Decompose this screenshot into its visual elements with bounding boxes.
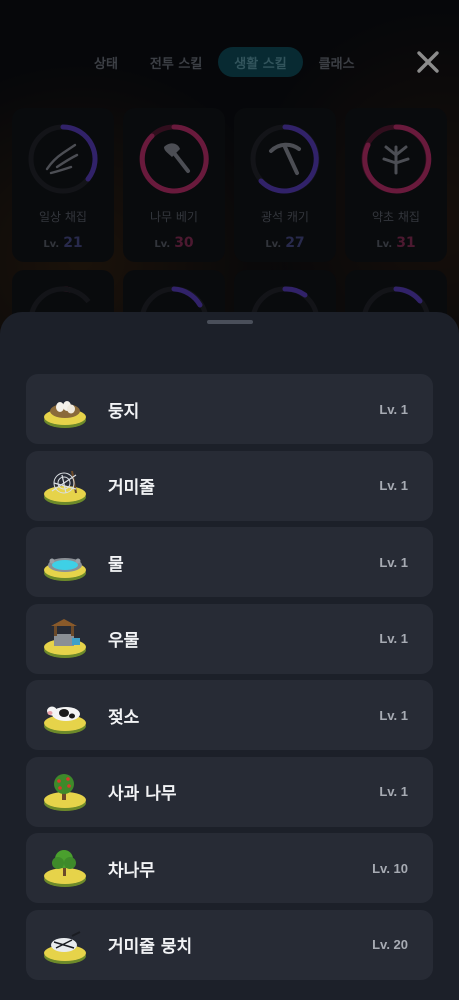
apple-tree-icon	[44, 773, 86, 811]
item-name: 둥지	[108, 401, 140, 422]
list-item[interactable]: 우물 Lv. 1	[26, 603, 433, 674]
list-item[interactable]: 둥지 Lv. 1	[26, 374, 433, 444]
item-level: Lv. 20	[372, 937, 408, 952]
item-level: Lv. 1	[379, 554, 408, 570]
nest-icon	[44, 401, 86, 428]
cow-icon	[44, 706, 86, 734]
item-level: Lv. 1	[379, 784, 408, 799]
item-name: 물	[108, 554, 124, 575]
item-name: 우물	[108, 631, 140, 651]
spiderweb-icon	[44, 470, 86, 505]
well-icon	[44, 618, 86, 658]
item-name: 젖소	[108, 707, 140, 728]
item-level: Lv. 1	[379, 401, 408, 417]
bottom-sheet: 둥지 Lv. 1 거미줄 Lv. 1 물 Lv. 1 우물 Lv. 1 젖소 L…	[0, 312, 459, 1000]
gathering-node-list: 둥지 Lv. 1 거미줄 Lv. 1 물 Lv. 1 우물 Lv. 1 젖소 L…	[26, 374, 433, 986]
item-name: 사과 나무	[108, 784, 177, 804]
list-item[interactable]: 거미줄 Lv. 1	[26, 450, 433, 521]
list-item[interactable]: 젖소 Lv. 1	[26, 680, 433, 750]
item-level: Lv. 1	[379, 478, 408, 493]
item-level: Lv. 10	[372, 860, 408, 876]
item-name: 거미줄 뭉치	[108, 937, 193, 957]
list-item[interactable]: 거미줄 뭉치 Lv. 20	[26, 909, 433, 980]
sheet-drag-handle[interactable]	[207, 320, 253, 324]
item-name: 차나무	[108, 860, 155, 881]
list-item[interactable]: 사과 나무 Lv. 1	[26, 756, 433, 827]
water-icon	[44, 558, 86, 581]
list-item[interactable]: 물 Lv. 1	[26, 527, 433, 597]
item-name: 거미줄	[108, 478, 155, 498]
list-item[interactable]: 차나무 Lv. 10	[26, 833, 433, 903]
item-level: Lv. 1	[379, 707, 408, 723]
item-level: Lv. 1	[379, 631, 408, 646]
tea-tree-icon	[44, 850, 86, 887]
web-bundle-icon	[44, 930, 86, 964]
